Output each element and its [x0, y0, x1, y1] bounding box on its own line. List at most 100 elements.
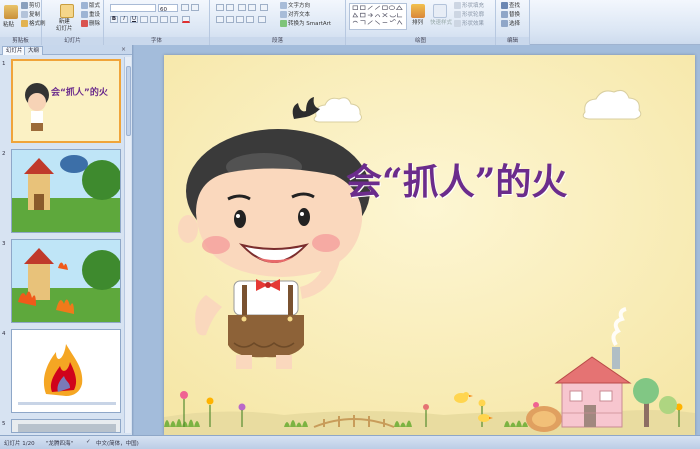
thumb-3-art — [12, 240, 120, 322]
thumb-number: 4 — [2, 331, 6, 337]
smartart-icon — [280, 20, 287, 27]
slide-edit-area: 会“抓人”的火 — [134, 45, 700, 435]
thumb-number: 1 — [2, 61, 6, 67]
slide-thumbnail-3[interactable] — [11, 239, 121, 323]
shape-effects-button[interactable]: 形状效果 — [454, 20, 484, 28]
quick-styles-button[interactable]: 快速样式 — [430, 20, 452, 27]
paragraph-group: 文字方向 对齐文本 转换为 SmartArt 段落 — [210, 0, 346, 45]
slide-thumbnail-1[interactable]: 会“抓人”的火 — [11, 59, 121, 143]
arrange-icon — [411, 4, 425, 18]
copy-icon — [21, 11, 28, 18]
outline-icon — [454, 11, 461, 18]
align-center-button[interactable] — [226, 16, 234, 23]
copy-button[interactable]: 复制 — [21, 11, 40, 19]
shapes-gallery[interactable] — [349, 3, 407, 30]
replace-button[interactable]: 替换 — [501, 11, 520, 19]
slide-artwork — [164, 55, 695, 435]
brush-icon — [21, 20, 28, 27]
delete-icon — [81, 20, 88, 27]
thumb-4-art — [12, 330, 120, 412]
pane-tabs: 幻灯片 大纲 × — [0, 45, 132, 55]
status-bar: 幻灯片 1/20 "龙腾四海" ✓ 中文(简体，中国) — [0, 435, 700, 449]
paste-button[interactable]: 粘贴 — [3, 22, 14, 29]
slides-group: 新建 幻灯片 版式 重设 删除 幻灯片 — [42, 0, 104, 45]
thumb-2-art — [12, 150, 120, 232]
font-size-value: 60 — [160, 7, 167, 13]
align-right-button[interactable] — [236, 16, 244, 23]
language-indicator[interactable]: 中文(简体，中国) — [96, 439, 139, 447]
slide-thumbnail-2[interactable] — [11, 149, 121, 233]
shrink-font-button[interactable] — [191, 4, 199, 11]
reset-icon — [81, 11, 88, 18]
shape-outline-button[interactable]: 形状轮廓 — [454, 11, 484, 19]
shadow-button[interactable] — [150, 16, 158, 23]
font-name-combo[interactable] — [110, 4, 156, 12]
underline-button[interactable]: U — [130, 16, 138, 23]
thumb-5-art — [12, 420, 120, 432]
select-button[interactable]: 选择 — [501, 20, 520, 28]
drawing-label: 绘图 — [346, 37, 495, 45]
effects-icon — [454, 20, 461, 27]
binoculars-icon — [501, 2, 508, 9]
scrollbar-thumb[interactable] — [126, 66, 131, 136]
pane-scrollbar[interactable] — [124, 57, 131, 433]
columns-button[interactable] — [258, 16, 266, 23]
new-slide-icon — [60, 4, 74, 18]
spacing-button[interactable] — [160, 16, 168, 23]
font-label: 字体 — [104, 37, 209, 45]
thumb-number: 3 — [2, 241, 6, 247]
delete-button[interactable]: 删除 — [81, 20, 100, 28]
close-icon[interactable]: × — [121, 46, 126, 53]
grow-font-button[interactable] — [181, 4, 189, 11]
smartart-button[interactable]: 转换为 SmartArt — [280, 20, 331, 28]
new-slide-button[interactable]: 新建 幻灯片 — [56, 19, 73, 33]
font-group: 60 B I U 字体 — [104, 0, 210, 45]
layout-icon — [81, 2, 88, 9]
font-color-button[interactable] — [182, 16, 190, 23]
font-size-combo[interactable]: 60 — [158, 4, 178, 13]
slide-thumbnail-4[interactable] — [11, 329, 121, 413]
arrange-button[interactable]: 排列 — [412, 20, 423, 27]
slide-counter: 幻灯片 1/20 — [4, 441, 35, 447]
theme-name: "龙腾四海" — [46, 441, 74, 447]
tab-outline[interactable]: 大纲 — [24, 46, 44, 55]
align-left-button[interactable] — [216, 16, 224, 23]
drawing-group: 排列 快速样式 形状填充 形状轮廓 形状效果 绘图 — [346, 0, 496, 45]
numbering-button[interactable] — [226, 4, 234, 11]
case-button[interactable] — [170, 16, 178, 23]
replace-icon — [501, 11, 508, 18]
cursor-icon — [501, 20, 508, 27]
find-button[interactable]: 查找 — [501, 2, 520, 10]
italic-button[interactable]: I — [120, 16, 128, 23]
slide-thumbnail-5[interactable] — [11, 419, 121, 433]
align-text-button[interactable]: 对齐文本 — [280, 11, 310, 19]
reset-button[interactable]: 重设 — [81, 11, 100, 19]
clipboard-group: 粘贴 剪切 复制 格式刷 剪贴板 — [0, 0, 46, 45]
scissors-icon — [21, 2, 28, 9]
paste-icon — [4, 5, 18, 19]
strike-button[interactable] — [140, 16, 148, 23]
tab-slides[interactable]: 幻灯片 — [2, 46, 27, 55]
spellcheck-icon[interactable]: ✓ — [86, 439, 91, 445]
shape-fill-button[interactable]: 形状填充 — [454, 2, 484, 10]
quick-styles-icon — [433, 4, 447, 18]
cut-button[interactable]: 剪切 — [21, 2, 40, 10]
fill-icon — [454, 2, 461, 9]
justify-button[interactable] — [246, 16, 254, 23]
thumb-number: 2 — [2, 151, 6, 157]
increase-indent-button[interactable] — [248, 4, 256, 11]
bold-button[interactable]: B — [110, 16, 118, 23]
slides-label: 幻灯片 — [42, 37, 103, 45]
thumb-1-title: 会“抓人”的火 — [51, 88, 108, 98]
text-direction-button[interactable]: 文字方向 — [280, 2, 310, 10]
bullets-button[interactable] — [216, 4, 224, 11]
decrease-indent-button[interactable] — [238, 4, 246, 11]
layout-button[interactable]: 版式 — [81, 2, 100, 10]
slide-canvas[interactable]: 会“抓人”的火 — [164, 55, 695, 435]
clipboard-label: 剪贴板 — [0, 37, 41, 45]
align-text-icon — [280, 11, 287, 18]
text-direction-icon — [280, 2, 287, 9]
line-spacing-button[interactable] — [260, 4, 268, 11]
slide-title[interactable]: 会“抓人”的火 — [346, 153, 567, 205]
thumb-number: 5 — [2, 421, 6, 427]
